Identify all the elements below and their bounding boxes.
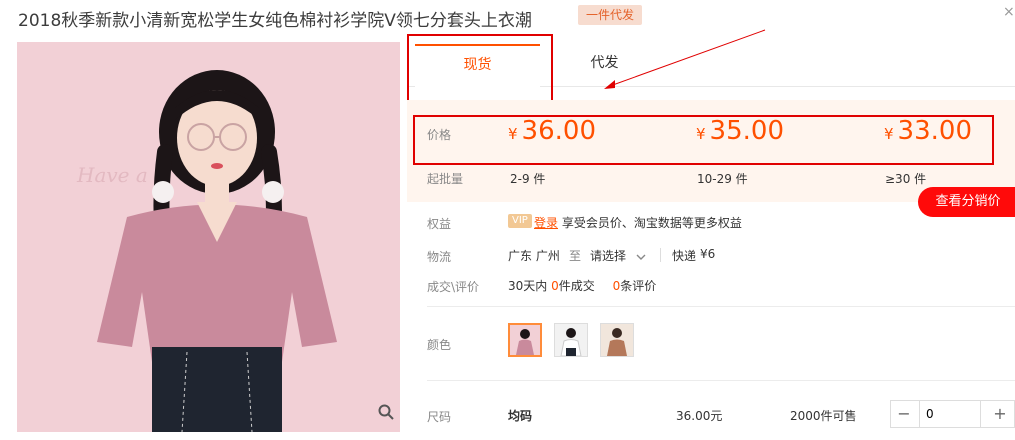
quantity-plus-button[interactable]: +	[987, 401, 1013, 427]
quantity-stepper: − +	[890, 400, 1015, 428]
logistics-label: 物流	[427, 250, 452, 264]
quantity-minus-button[interactable]: −	[891, 401, 917, 427]
benefits-description: 享受会员价、淘宝数据等更多权益	[561, 216, 742, 230]
color-swatch-brown[interactable]	[600, 323, 634, 357]
annotation-arrow	[604, 29, 766, 89]
review-suffix: 条评价	[620, 279, 657, 293]
logistics-to: 至	[569, 249, 582, 263]
chevron-down-icon	[636, 254, 646, 260]
annotation-box-prices	[413, 115, 994, 165]
color-swatch-white[interactable]	[554, 323, 588, 357]
dropship-badge: 一件代发	[578, 5, 643, 25]
product-photo-illustration: Have a	[17, 42, 400, 432]
deal-count: 0	[551, 279, 559, 293]
logistics-origin: 广东 广州	[508, 249, 560, 263]
benefits-text: 登录 享受会员价、淘宝数据等更多权益	[534, 214, 742, 231]
express-fee: ¥6	[700, 247, 716, 261]
product-image[interactable]: Have a	[17, 42, 400, 432]
product-title: 2018秋季新款小清新宽松学生女纯色棉衬衫学院V领七分套头上衣潮	[18, 11, 532, 31]
min-batch-label: 起批量	[427, 172, 464, 186]
destination-value: 请选择	[590, 249, 627, 263]
deals-label: 成交\评价	[427, 280, 480, 294]
color-swatch-pink[interactable]	[508, 323, 542, 357]
quantity-input[interactable]	[919, 401, 981, 427]
express-label: 快递	[672, 249, 697, 263]
zoom-icon[interactable]	[378, 404, 394, 420]
tier-3-qty: ≥30 件	[885, 172, 927, 186]
deals-period: 30天内	[508, 279, 548, 293]
deal-suffix: 件成交	[558, 279, 595, 293]
size-price: 36.00元	[676, 409, 723, 423]
deals-text: 30天内 0件成交 0条评价	[508, 277, 656, 294]
close-icon[interactable]: ×	[1003, 4, 1015, 20]
benefits-label: 权益	[427, 217, 452, 231]
view-distributor-price-button[interactable]: 查看分销价	[918, 187, 1015, 217]
svg-text:Have a: Have a	[76, 163, 148, 187]
login-link[interactable]: 登录	[534, 216, 558, 230]
tier-2-qty: 10-29 件	[697, 172, 748, 186]
logistics-divider	[660, 248, 661, 262]
destination-select[interactable]: 请选择	[590, 247, 646, 264]
vip-badge: VIP	[508, 214, 532, 228]
section-divider	[427, 380, 1015, 381]
size-stock: 2000件可售	[790, 409, 857, 423]
annotation-box-tab	[407, 34, 553, 104]
color-label: 颜色	[427, 338, 452, 352]
size-label: 尺码	[427, 410, 452, 424]
section-divider	[427, 306, 1015, 307]
tier-1-qty: 2-9 件	[510, 172, 546, 186]
size-value: 均码	[508, 409, 533, 423]
